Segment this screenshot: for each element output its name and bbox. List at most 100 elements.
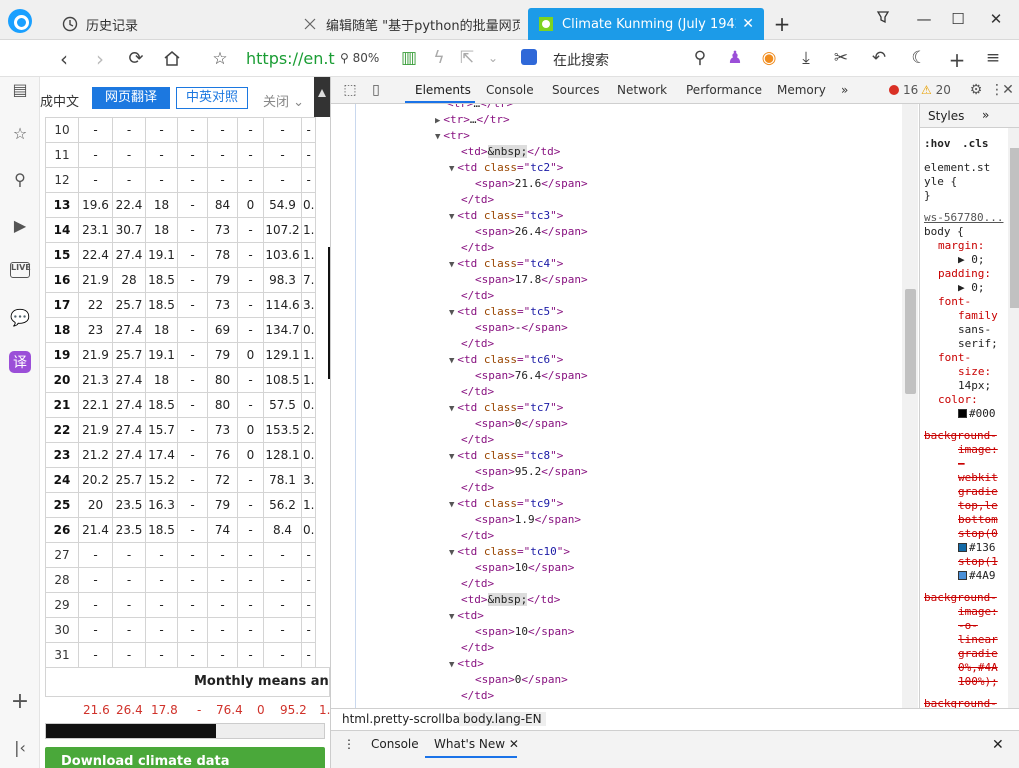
dom-node-line[interactable]: ▼ <td class="tc9">: [449, 496, 563, 512]
dom-node-line[interactable]: </td>: [461, 528, 494, 544]
tab-blog-editor[interactable]: 编辑随笔 "基于python的批量网页截: [292, 8, 520, 40]
collapse-triangle-icon[interactable]: ▼: [449, 660, 454, 670]
undo-icon[interactable]: ↶: [868, 48, 890, 68]
dom-node-line[interactable]: </td>: [461, 640, 494, 656]
collapse-triangle-icon[interactable]: ▼: [449, 500, 454, 510]
dom-node-line[interactable]: ▼ <td class="tc5">: [449, 304, 563, 320]
search-icon[interactable]: ⚲: [689, 48, 711, 68]
minimize-icon[interactable]: —: [913, 10, 935, 28]
dom-node-line[interactable]: ▼ <td class="tc10">: [449, 544, 570, 560]
reload-icon[interactable]: ⟳: [124, 48, 148, 69]
scroll-thumb[interactable]: [46, 724, 216, 738]
reader-mode-icon[interactable]: ▥: [398, 48, 420, 68]
tab-console[interactable]: Console: [486, 83, 534, 97]
search-input[interactable]: 在此搜索: [553, 50, 609, 70]
styles-scrollbar[interactable]: [1008, 128, 1019, 708]
tab-elements[interactable]: Elements: [415, 83, 471, 97]
tab-history[interactable]: 历史记录: [52, 8, 282, 40]
dom-node-line[interactable]: <span>0</span>: [475, 416, 568, 432]
sidebar-collapse-icon[interactable]: |‹: [8, 735, 32, 759]
close-tab-icon[interactable]: ✕: [742, 16, 754, 32]
dom-node-line[interactable]: <td>&nbsp;</td>: [461, 144, 560, 160]
tab-network[interactable]: Network: [617, 83, 667, 97]
browser-logo-icon[interactable]: [8, 9, 32, 33]
forward-icon[interactable]: ›: [88, 47, 112, 71]
dom-node-line[interactable]: <span>26.4</span>: [475, 224, 588, 240]
sidebar-favorites-icon[interactable]: ☆: [8, 121, 32, 145]
breadcrumb-body[interactable]: body.lang-EN: [459, 712, 546, 726]
more-tabs-button[interactable]: »: [841, 83, 848, 97]
dom-node-line[interactable]: <span>21.6</span>: [475, 176, 588, 192]
color-swatch-icon[interactable]: [958, 543, 967, 552]
dom-node-line[interactable]: <span>-</span>: [475, 320, 568, 336]
breadcrumb-html[interactable]: html.pretty-scrollbar: [338, 712, 469, 726]
sidebar-live-icon[interactable]: LIVE: [8, 258, 32, 282]
share-dropdown-icon[interactable]: ⌄: [482, 51, 504, 65]
devtools-close-icon[interactable]: ✕: [999, 82, 1017, 98]
collapse-triangle-icon[interactable]: ▼: [449, 164, 454, 174]
tab-sources[interactable]: Sources: [552, 83, 599, 97]
styles-scroll-thumb[interactable]: [1010, 148, 1019, 308]
close-drawer-tab-icon[interactable]: ✕: [509, 737, 519, 751]
dom-node-line[interactable]: ▼ <td class="tc6">: [449, 352, 563, 368]
translate-close-button[interactable]: 关闭 ⌄: [263, 91, 304, 110]
dom-node-line[interactable]: <td>&nbsp;</td>: [461, 592, 560, 608]
dom-node-line[interactable]: </td>: [461, 336, 494, 352]
menu-icon[interactable]: ≡: [982, 48, 1004, 68]
dom-node-line[interactable]: ▼ <td class="tc4">: [449, 256, 563, 272]
pin-icon[interactable]: [872, 10, 894, 28]
dom-node-line[interactable]: </td>: [461, 192, 494, 208]
color-swatch-icon[interactable]: [958, 571, 967, 580]
styles-more-button[interactable]: »: [982, 108, 989, 122]
collapse-triangle-icon[interactable]: ▼: [449, 612, 454, 622]
download-icon[interactable]: ⤓: [795, 48, 817, 68]
close-drawer-icon[interactable]: ✕: [992, 737, 1004, 753]
lightning-icon[interactable]: ϟ: [428, 48, 450, 68]
url-input[interactable]: https://en.t: [246, 49, 335, 68]
dom-node-line[interactable]: <span>10</span>: [475, 624, 574, 640]
dom-node-line[interactable]: ▼ <td class="tc7">: [449, 400, 563, 416]
page-scroll-up-icon[interactable]: [314, 77, 330, 117]
cls-toggle[interactable]: .cls: [962, 137, 989, 151]
hov-toggle[interactable]: :hov: [924, 137, 951, 151]
dom-node-line[interactable]: ▼ <td class="tc3">: [449, 208, 563, 224]
collapse-triangle-icon[interactable]: ▼: [449, 212, 454, 222]
tab-performance[interactable]: Performance: [686, 83, 762, 97]
drawer-tab-whats-new[interactable]: What's New ✕: [434, 737, 519, 751]
home-icon[interactable]: [160, 48, 184, 72]
warning-count-badge[interactable]: ⚠ 20: [921, 83, 951, 97]
collapse-triangle-icon[interactable]: ▼: [449, 308, 454, 318]
elements-scrollbar[interactable]: [902, 104, 918, 708]
close-window-icon[interactable]: ✕: [985, 10, 1007, 28]
dom-node-line[interactable]: ▼ <td>: [449, 608, 484, 624]
elements-tree[interactable]: <tr>…</tr>▶<tr>…</tr>▼<tr><td>&nbsp;</td…: [331, 104, 918, 708]
sidebar-add-icon[interactable]: +: [8, 689, 32, 714]
inspect-element-icon[interactable]: ⬚: [341, 82, 359, 98]
expand-triangle-icon[interactable]: ▶: [435, 116, 440, 126]
dom-node-line[interactable]: <span>95.2</span>: [475, 464, 588, 480]
dom-node-line[interactable]: </td>: [461, 688, 494, 704]
horizontal-scrollbar[interactable]: [45, 723, 325, 739]
elements-scroll-thumb[interactable]: [905, 289, 916, 394]
dom-node-line[interactable]: </td>: [461, 480, 494, 496]
collapse-triangle-icon[interactable]: ▼: [449, 260, 454, 270]
zoom-indicator[interactable]: ⚲ 80%: [340, 51, 379, 65]
dom-node-line[interactable]: ▼ <td class="tc2">: [449, 160, 563, 176]
download-climate-data-button[interactable]: Download climate data: [45, 747, 325, 768]
maximize-icon[interactable]: ☐: [947, 10, 969, 28]
dom-node-line[interactable]: <span>10</span>: [475, 560, 574, 576]
scissors-icon[interactable]: ✂: [830, 48, 852, 68]
error-count-badge[interactable]: 16: [889, 83, 918, 97]
dom-node-line[interactable]: </td>: [461, 432, 494, 448]
dom-node-line[interactable]: ▼ <td>: [449, 656, 484, 672]
sidebar-chat-icon[interactable]: 💬: [8, 305, 32, 329]
dom-node-line[interactable]: <tr>…</tr>: [447, 104, 513, 112]
dom-node-line[interactable]: </td>: [461, 288, 494, 304]
dom-node-line[interactable]: ▼ <tr>: [435, 128, 470, 144]
extension-itp-icon[interactable]: ♟: [724, 48, 746, 68]
dom-node-line[interactable]: </td>: [461, 576, 494, 592]
add-icon[interactable]: +: [946, 48, 968, 72]
bilingual-button[interactable]: 中英对照: [176, 87, 248, 109]
dom-node-line[interactable]: <span>76.4</span>: [475, 368, 588, 384]
tab-climate-kunming[interactable]: Climate Kunming (July 1942) - C ✕: [528, 8, 764, 40]
